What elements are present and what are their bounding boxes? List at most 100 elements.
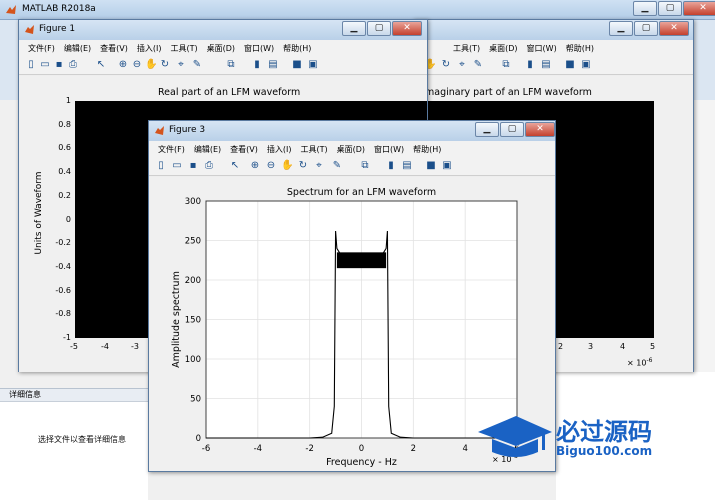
dock-icon[interactable]: ▣	[307, 59, 319, 71]
open-folder-icon[interactable]: ▭	[171, 160, 183, 172]
menu-desktop[interactable]: 桌面(D)	[489, 43, 517, 54]
close-button[interactable]: ✕	[683, 1, 715, 16]
watermark-site: Biguo100.com	[556, 444, 653, 458]
minimize-button[interactable]: ▁	[609, 21, 633, 36]
close-button[interactable]: ✕	[525, 122, 555, 137]
figure-1-toolbar: ▯ ▭ ▪ ⎙ ↖ ⊕ ⊖ ✋ ↻ ⌖ ✎ ⧉ ▮ ▤ ■ ▣	[19, 56, 427, 75]
x-tick: 4	[620, 342, 626, 351]
figure-icon	[155, 126, 164, 135]
hide-tools-icon[interactable]: ■	[291, 59, 303, 71]
figure-1-controls: ▁ ▢ ✕	[341, 21, 422, 37]
menu-desktop[interactable]: 桌面(D)	[337, 144, 365, 155]
rotate-icon[interactable]: ↻	[297, 160, 309, 172]
legend-icon[interactable]: ▤	[267, 59, 279, 71]
data-cursor-icon[interactable]: ⌖	[175, 59, 187, 71]
close-button[interactable]: ✕	[659, 21, 689, 36]
x-axis-label: Frequency - Hz	[326, 457, 397, 468]
link-icon[interactable]: ⧉	[225, 59, 237, 71]
menu-insert[interactable]: 插入(I)	[267, 144, 292, 155]
pan-icon[interactable]: ✋	[281, 160, 293, 172]
link-icon[interactable]: ⧉	[500, 59, 512, 71]
menu-window[interactable]: 窗口(W)	[527, 43, 557, 54]
spectrum-band	[336, 252, 387, 269]
minimize-button[interactable]: ▁	[633, 1, 657, 16]
print-icon[interactable]: ⎙	[203, 160, 215, 172]
figure-3-titlebar[interactable]: Figure 3 ▁ ▢ ✕	[149, 121, 555, 141]
x-tick: 3	[588, 342, 594, 351]
menu-desktop[interactable]: 桌面(D)	[207, 43, 235, 54]
maximize-button[interactable]: ▢	[367, 21, 391, 36]
menu-tools[interactable]: 工具(T)	[453, 43, 480, 54]
menu-window[interactable]: 窗口(W)	[244, 43, 274, 54]
brush-icon[interactable]: ✎	[472, 59, 484, 71]
watermark: 必过源码 Biguo100.com	[476, 408, 676, 466]
menu-file[interactable]: 文件(F)	[158, 144, 185, 155]
colorbar-icon[interactable]: ▮	[385, 160, 397, 172]
open-folder-icon[interactable]: ▭	[39, 59, 51, 71]
maximize-button[interactable]: ▢	[500, 122, 524, 137]
menu-tools[interactable]: 工具(T)	[300, 144, 327, 155]
maximize-button[interactable]: ▢	[658, 1, 682, 16]
figure-1-titlebar[interactable]: Figure 1 ▁ ▢ ✕	[19, 20, 427, 40]
rotate-icon[interactable]: ↻	[159, 59, 171, 71]
figure-1-plot-title: Real part of an LFM waveform	[158, 87, 301, 98]
rotate-icon[interactable]: ↻	[440, 59, 452, 71]
menu-insert[interactable]: 插入(I)	[137, 43, 162, 54]
save-icon[interactable]: ▪	[53, 59, 65, 71]
zoom-in-icon[interactable]: ⊕	[249, 160, 261, 172]
main-titlebar[interactable]: MATLAB R2018a ▁ ▢ ✕	[0, 0, 715, 20]
figure-3-title: Figure 3	[169, 125, 206, 135]
right-sidebar	[693, 100, 715, 388]
hide-tools-icon[interactable]: ■	[425, 160, 437, 172]
menu-help[interactable]: 帮助(H)	[413, 144, 441, 155]
menu-help[interactable]: 帮助(H)	[283, 43, 311, 54]
minimize-button[interactable]: ▁	[475, 122, 499, 137]
figure-2-titlebar[interactable]: ▁ ▢ ✕	[414, 20, 693, 40]
menu-file[interactable]: 文件(F)	[28, 43, 55, 54]
menu-edit[interactable]: 编辑(E)	[64, 43, 91, 54]
legend-icon[interactable]: ▤	[401, 160, 413, 172]
menu-edit[interactable]: 编辑(E)	[194, 144, 221, 155]
x-tick: -4	[101, 342, 109, 351]
dock-icon[interactable]: ▣	[441, 160, 453, 172]
y-tick: 0.8	[58, 119, 71, 129]
hide-tools-icon[interactable]: ■	[564, 59, 576, 71]
chart-title: Spectrum for an LFM waveform	[287, 187, 436, 198]
menu-window[interactable]: 窗口(W)	[374, 144, 404, 155]
maximize-button[interactable]: ▢	[634, 21, 658, 36]
x-tick-label: 4	[462, 444, 467, 454]
minimize-button[interactable]: ▁	[342, 21, 366, 36]
new-file-icon[interactable]: ▯	[155, 160, 167, 172]
figure-3-controls: ▁ ▢ ✕	[474, 122, 555, 138]
x-tick-label: 2	[411, 444, 416, 454]
legend-icon[interactable]: ▤	[540, 59, 552, 71]
brush-icon[interactable]: ✎	[191, 59, 203, 71]
edit-plot-icon[interactable]: ↖	[229, 160, 241, 172]
new-file-icon[interactable]: ▯	[25, 59, 37, 71]
menu-help[interactable]: 帮助(H)	[566, 43, 594, 54]
data-cursor-icon[interactable]: ⌖	[313, 160, 325, 172]
zoom-out-icon[interactable]: ⊖	[265, 160, 277, 172]
zoom-out-icon[interactable]: ⊖	[131, 59, 143, 71]
dock-icon[interactable]: ▣	[580, 59, 592, 71]
details-header: 详细信息	[0, 389, 148, 402]
colorbar-icon[interactable]: ▮	[524, 59, 536, 71]
edit-plot-icon[interactable]: ↖	[95, 59, 107, 71]
brush-icon[interactable]: ✎	[331, 160, 343, 172]
pan-icon[interactable]: ✋	[145, 59, 157, 71]
save-icon[interactable]: ▪	[187, 160, 199, 172]
data-cursor-icon[interactable]: ⌖	[456, 59, 468, 71]
watermark-brand: 必过源码	[556, 418, 652, 446]
menu-tools[interactable]: 工具(T)	[170, 43, 197, 54]
link-icon[interactable]: ⧉	[359, 160, 371, 172]
x-tick: -5	[70, 342, 78, 351]
close-button[interactable]: ✕	[392, 21, 422, 36]
figure-2-toolbar: ✋ ↻ ⌖ ✎ ⧉ ▮ ▤ ■ ▣	[414, 56, 693, 75]
zoom-in-icon[interactable]: ⊕	[117, 59, 129, 71]
colorbar-icon[interactable]: ▮	[251, 59, 263, 71]
menu-view[interactable]: 查看(V)	[230, 144, 258, 155]
figure-2-menubar: 工具(T) 桌面(D) 窗口(W) 帮助(H)	[414, 40, 693, 56]
menu-view[interactable]: 查看(V)	[100, 43, 128, 54]
figure-1-ylabel: Units of Waveform	[34, 171, 44, 255]
print-icon[interactable]: ⎙	[67, 59, 79, 71]
